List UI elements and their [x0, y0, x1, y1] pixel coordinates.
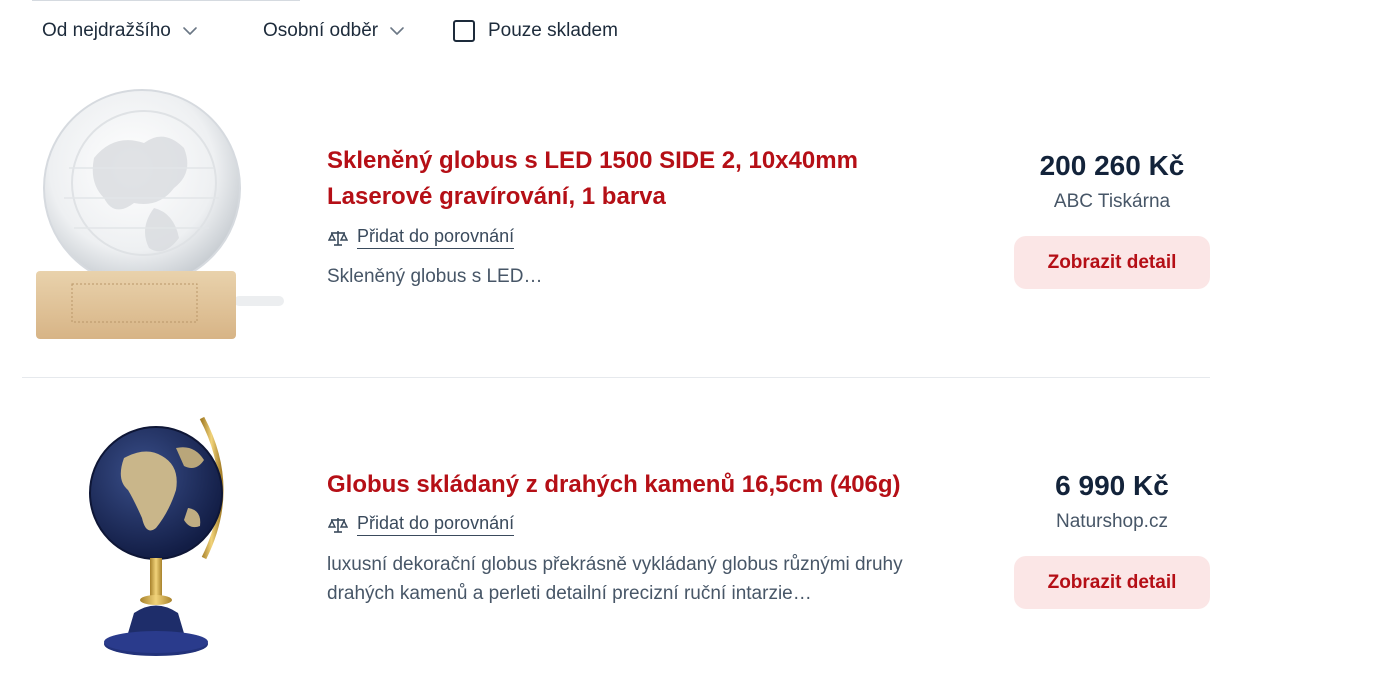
- sort-dropdown-label: Od nejdražšího: [42, 20, 171, 41]
- sort-dropdown[interactable]: Od nejdražšího: [42, 20, 199, 42]
- compare-link-label: Přidat do porovnání: [357, 226, 515, 249]
- product-description: Skleněný globus s LED…: [327, 266, 543, 287]
- pickup-dropdown[interactable]: Osobní odběr: [263, 20, 406, 42]
- product-price: 6 990 Kč: [1055, 470, 1169, 501]
- gemstone-globe-image[interactable]: [84, 408, 234, 663]
- product-title[interactable]: Skleněný globus s LED 1500 SIDE 2, 10x40…: [327, 143, 967, 215]
- filter-bar: Od nejdražšího Osobní odběr Pouze sklade…: [0, 0, 1383, 64]
- chevron-down-icon: [183, 27, 197, 35]
- show-detail-button[interactable]: Zobrazit detail: [1014, 236, 1210, 289]
- shop-name: ABC Tiskárna: [1053, 191, 1171, 212]
- in-stock-checkbox[interactable]: [453, 20, 475, 42]
- product-row: Skleněný globus s LED 1500 SIDE 2, 10x40…: [22, 78, 1210, 378]
- product-description: luxusní dekorační globus překrásně vyklá…: [327, 554, 903, 604]
- scale-icon: [328, 230, 348, 246]
- compare-link[interactable]: Přidat do porovnání: [328, 226, 515, 249]
- pickup-dropdown-label: Osobní odběr: [263, 20, 379, 41]
- scale-icon: [328, 517, 348, 533]
- show-detail-button[interactable]: Zobrazit detail: [1014, 556, 1210, 609]
- product-price: 200 260 Kč: [1039, 150, 1185, 181]
- price-box: 200 260 Kč ABC Tiskárna Zobrazit detail: [1014, 148, 1210, 289]
- compare-link-label: Přidat do porovnání: [357, 513, 515, 536]
- price-box: 6 990 Kč Naturshop.cz Zobrazit detail: [1014, 468, 1210, 609]
- glass-globe-led-image[interactable]: [34, 88, 284, 343]
- compare-link[interactable]: Přidat do porovnání: [328, 513, 515, 536]
- chevron-down-icon: [390, 27, 404, 35]
- in-stock-label: Pouze skladem: [488, 20, 618, 41]
- product-row: Globus skládaný z drahých kamenů 16,5cm …: [22, 400, 1210, 678]
- in-stock-filter[interactable]: Pouze skladem: [453, 20, 618, 42]
- shop-name: Naturshop.cz: [1056, 511, 1168, 532]
- product-title[interactable]: Globus skládaný z drahých kamenů 16,5cm …: [327, 467, 967, 503]
